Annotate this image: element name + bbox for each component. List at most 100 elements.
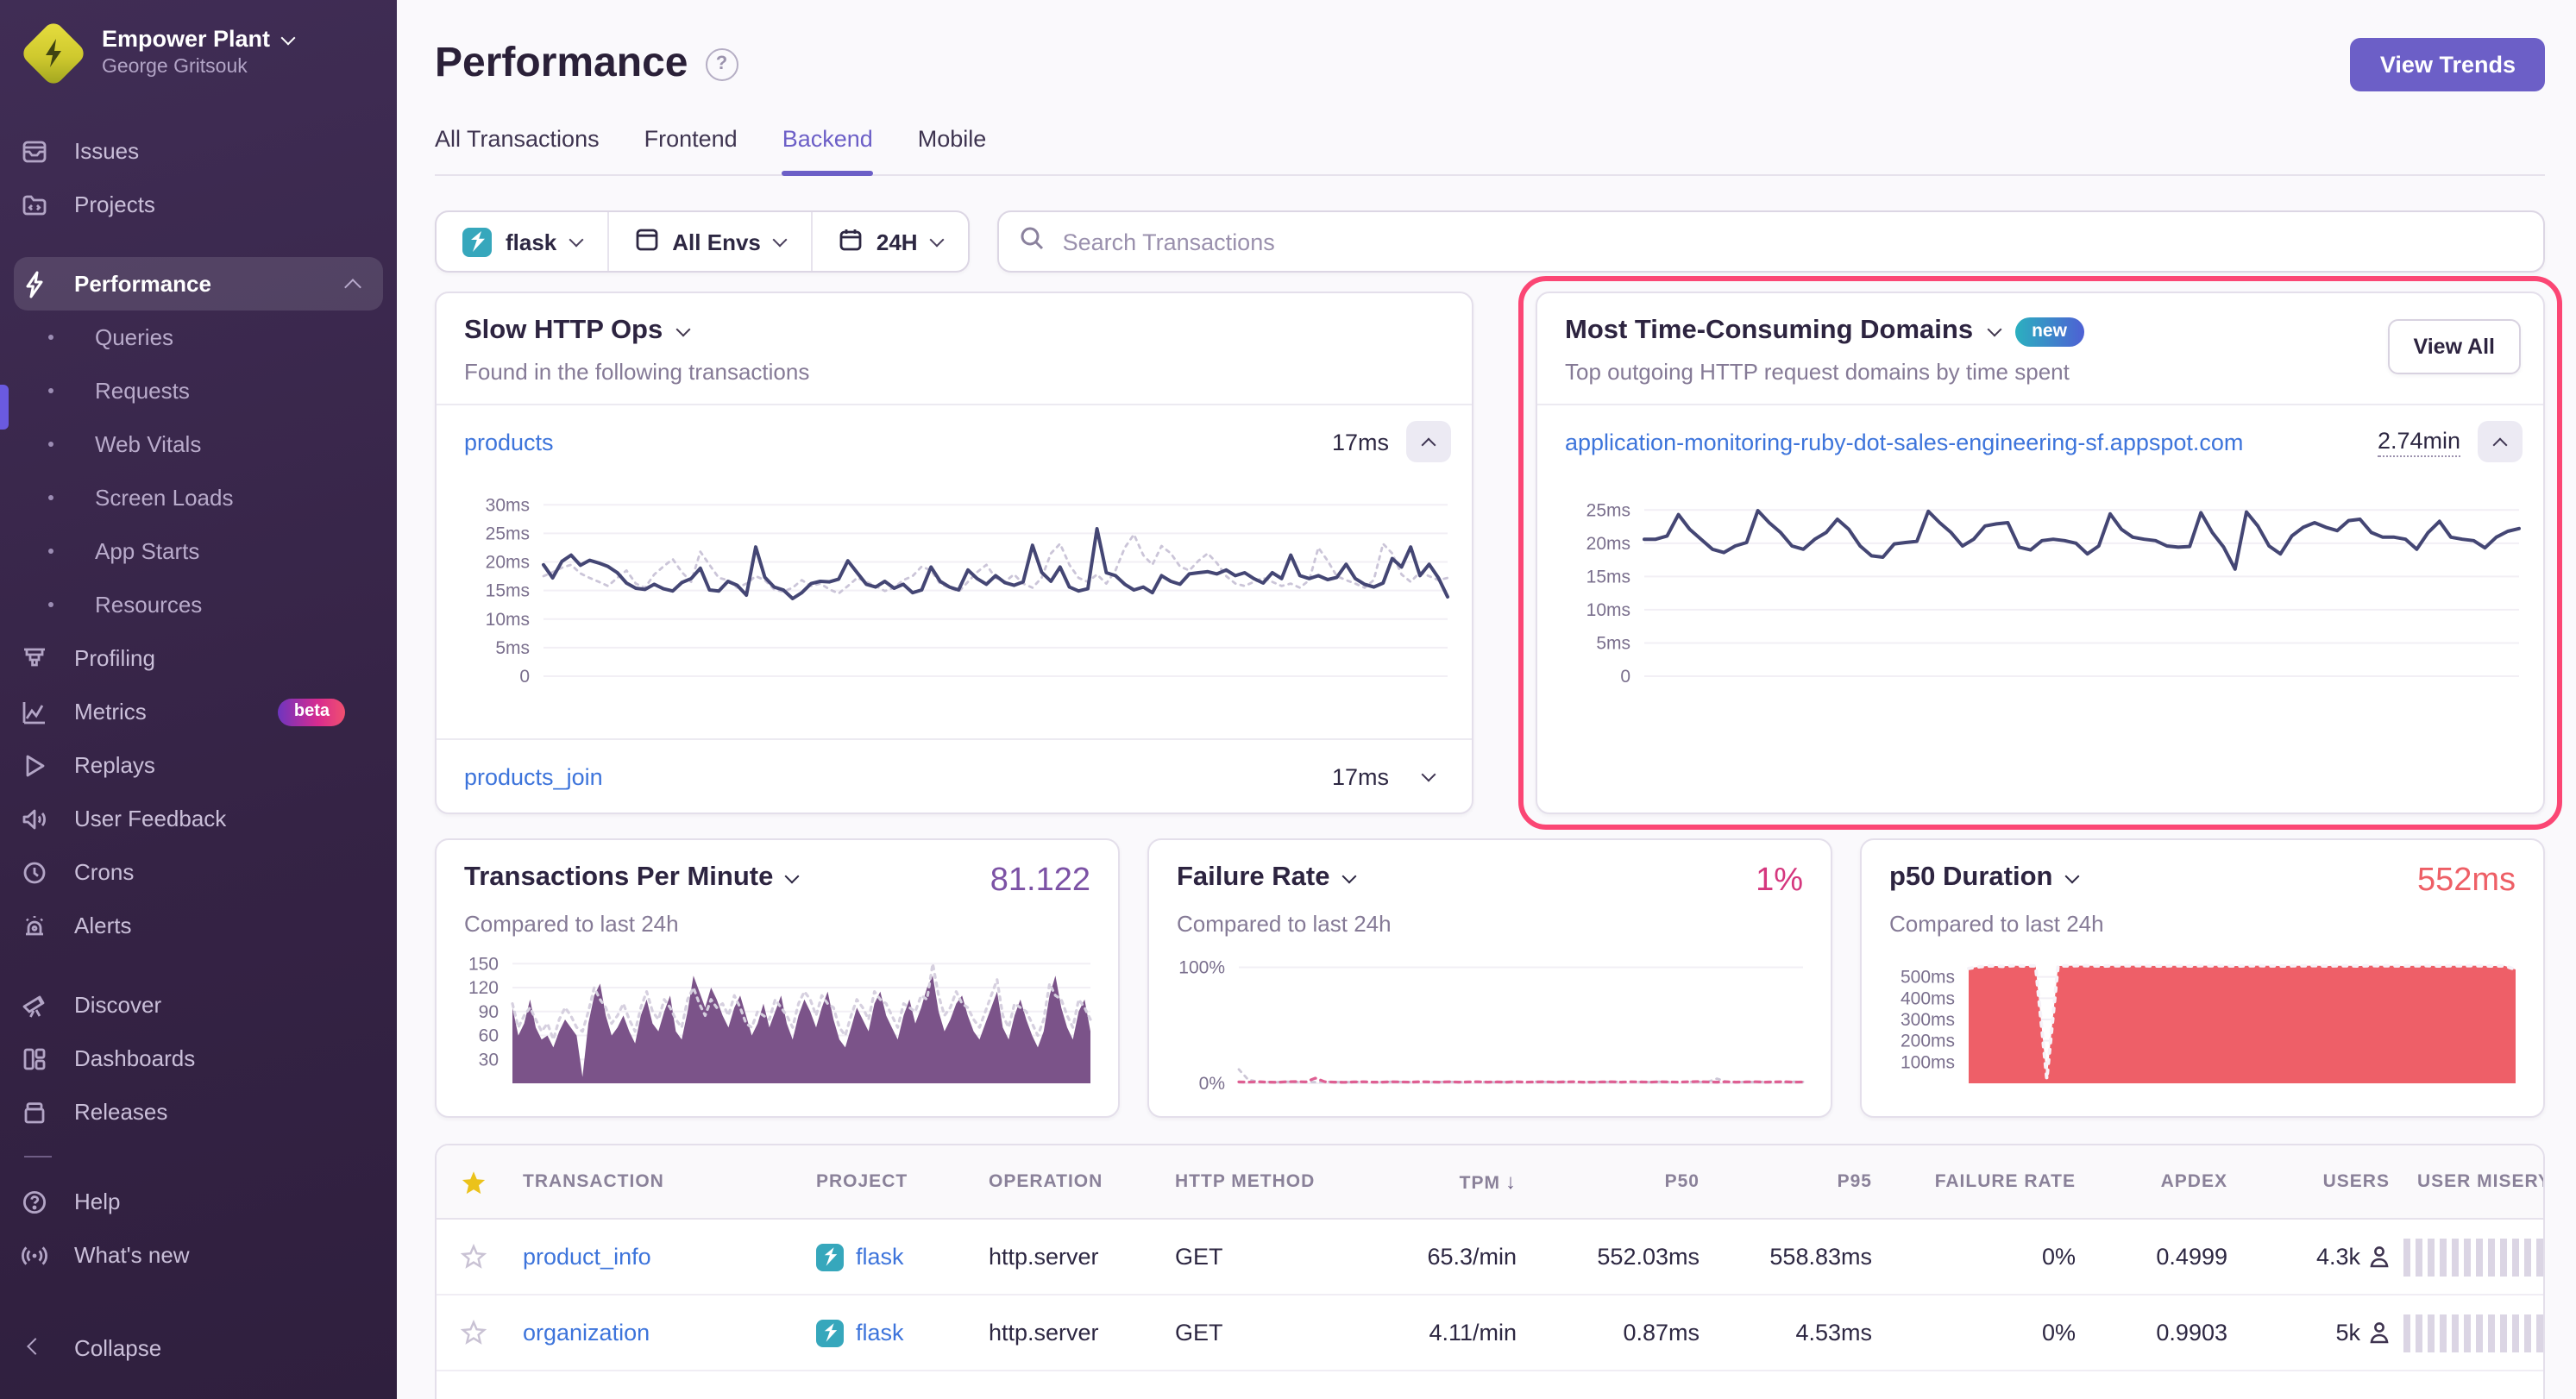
card-subtitle: Compared to last 24h [1889, 911, 2516, 937]
chevron-down-icon [929, 232, 944, 247]
sidebar-item-performance[interactable]: Performance [14, 257, 383, 311]
project-filter[interactable]: flask [437, 212, 606, 271]
transactions-table: TRANSACTION PROJECT OPERATION HTTP METHO… [435, 1144, 2545, 1399]
col-tpm[interactable]: TPM↓ [1365, 1170, 1530, 1194]
col-transaction[interactable]: TRANSACTION [509, 1171, 802, 1192]
project-cell[interactable]: flask [802, 1319, 975, 1346]
view-all-button[interactable]: View All [2388, 319, 2522, 374]
sidebar-item-discover[interactable]: Discover [0, 978, 397, 1032]
card-title[interactable]: Failure Rate [1177, 863, 1329, 894]
p50-cell: 0.87ms [1530, 1320, 1713, 1346]
sidebar-item-alerts[interactable]: Alerts [0, 899, 397, 952]
sidebar-item-replays[interactable]: Replays [0, 738, 397, 792]
col-apdex[interactable]: APDEX [2089, 1171, 2241, 1192]
svg-text:5ms: 5ms [495, 638, 530, 658]
sidebar-item-user-feedback[interactable]: User Feedback [0, 792, 397, 845]
svg-text:60: 60 [479, 1026, 499, 1046]
svg-text:10ms: 10ms [486, 610, 530, 630]
transaction-link[interactable]: product_info [523, 1244, 651, 1270]
transaction-link[interactable]: organization [523, 1320, 650, 1346]
sidebar-item-screen-loads[interactable]: Screen Loads [0, 471, 397, 524]
products-link[interactable]: products [464, 429, 554, 455]
svg-text:15ms: 15ms [1586, 567, 1630, 587]
card-title[interactable]: Most Time-Consuming Domains [1565, 316, 1973, 347]
sidebar-item-dashboards[interactable]: Dashboards [0, 1032, 397, 1085]
slow-http-chart: 30ms25ms20ms15ms10ms5ms0 [461, 485, 1451, 692]
tab-all-transactions[interactable]: All Transactions [435, 126, 600, 174]
duration-value: 17ms [1332, 763, 1389, 789]
domain-link[interactable]: application-monitoring-ruby-dot-sales-en… [1565, 429, 2243, 455]
beta-badge: beta [279, 698, 345, 725]
dashboards-icon [21, 1045, 48, 1072]
transaction-row-products-join: products_join 17ms [437, 740, 1472, 812]
svg-text:20ms: 20ms [1586, 534, 1630, 554]
svg-text:100%: 100% [1178, 957, 1225, 977]
active-nav-indicator [0, 385, 9, 430]
sidebar-item-requests[interactable]: Requests [0, 364, 397, 417]
card-subtitle: Compared to last 24h [1177, 911, 1803, 937]
star-column-header[interactable] [437, 1169, 509, 1195]
tab-mobile[interactable]: Mobile [918, 126, 987, 174]
card-title[interactable]: Slow HTTP Ops [464, 316, 663, 347]
table-row: organization flask http.server GET 4.11/… [437, 1295, 2543, 1371]
collapse-toggle-button[interactable] [1406, 421, 1451, 462]
environment-filter[interactable]: All Envs [606, 212, 811, 271]
col-operation[interactable]: OPERATION [975, 1171, 1161, 1192]
chevron-left-icon [21, 1334, 48, 1362]
p50-cell: 552.03ms [1530, 1244, 1713, 1270]
star-toggle[interactable] [437, 1244, 509, 1270]
sidebar-item-issues[interactable]: Issues [0, 124, 397, 178]
chevron-down-icon [772, 232, 787, 247]
svg-text:25ms: 25ms [486, 524, 530, 543]
tab-backend[interactable]: Backend [782, 126, 873, 174]
users-cell: 5k [2241, 1320, 2403, 1346]
search-input[interactable] [1059, 227, 2523, 256]
expand-toggle-button[interactable] [1406, 756, 1451, 797]
col-project[interactable]: PROJECT [802, 1171, 975, 1192]
project-cell[interactable]: flask [802, 1243, 975, 1270]
star-toggle[interactable] [437, 1320, 509, 1346]
performance-icon [21, 270, 48, 298]
svg-text:100ms: 100ms [1901, 1052, 1955, 1072]
search-bar [997, 210, 2545, 273]
sidebar-item-help[interactable]: Help [0, 1175, 397, 1228]
sidebar-item-resources[interactable]: Resources [0, 578, 397, 631]
sidebar-item-whats-new[interactable]: What's new [0, 1228, 397, 1282]
org-switcher[interactable]: Empower Plant George Gritsouk [0, 0, 397, 100]
sidebar-item-profiling[interactable]: Profiling [0, 631, 397, 685]
bullet-icon [48, 442, 53, 447]
p50-value: 552ms [2417, 863, 2516, 900]
sidebar-item-projects[interactable]: Projects [0, 178, 397, 231]
col-http-method[interactable]: HTTP METHOD [1161, 1171, 1365, 1192]
col-p95[interactable]: P95 [1713, 1171, 1886, 1192]
main-content: Performance ? View Trends All Transactio… [397, 0, 2576, 1399]
card-title[interactable]: Transactions Per Minute [464, 863, 773, 894]
sidebar-nav: Issues Projects Performance Queries Requ… [0, 124, 397, 1375]
page-help-icon[interactable]: ? [705, 47, 738, 80]
issues-icon [21, 137, 48, 165]
sidebar-collapse-button[interactable]: Collapse [0, 1321, 397, 1375]
tab-frontend[interactable]: Frontend [644, 126, 738, 174]
time-range-filter[interactable]: 24H [811, 212, 968, 271]
sort-desc-icon: ↓ [1505, 1170, 1517, 1194]
user-icon [2369, 1321, 2390, 1344]
sidebar-item-web-vitals[interactable]: Web Vitals [0, 417, 397, 471]
sidebar-item-app-starts[interactable]: App Starts [0, 524, 397, 578]
bullet-icon [48, 388, 53, 393]
sidebar-item-releases[interactable]: Releases [0, 1085, 397, 1139]
replays-icon [21, 751, 48, 779]
products-join-link[interactable]: products_join [464, 763, 603, 789]
col-users[interactable]: USERS [2241, 1171, 2403, 1192]
col-failure-rate[interactable]: FAILURE RATE [1886, 1171, 2089, 1192]
tpm-value: 81.122 [990, 863, 1090, 900]
sidebar-item-crons[interactable]: Crons [0, 845, 397, 899]
tpm-cell: 65.3/min [1365, 1244, 1530, 1270]
sidebar-item-metrics[interactable]: Metrics beta [0, 685, 397, 738]
col-p50[interactable]: P50 [1530, 1171, 1713, 1192]
view-trends-button[interactable]: View Trends [2351, 37, 2545, 91]
col-user-misery[interactable]: USER MISERY [2403, 1171, 2545, 1192]
card-title[interactable]: p50 Duration [1889, 863, 2052, 894]
svg-text:25ms: 25ms [1586, 500, 1630, 520]
sidebar-item-queries[interactable]: Queries [0, 311, 397, 364]
collapse-toggle-button[interactable] [2478, 421, 2523, 462]
